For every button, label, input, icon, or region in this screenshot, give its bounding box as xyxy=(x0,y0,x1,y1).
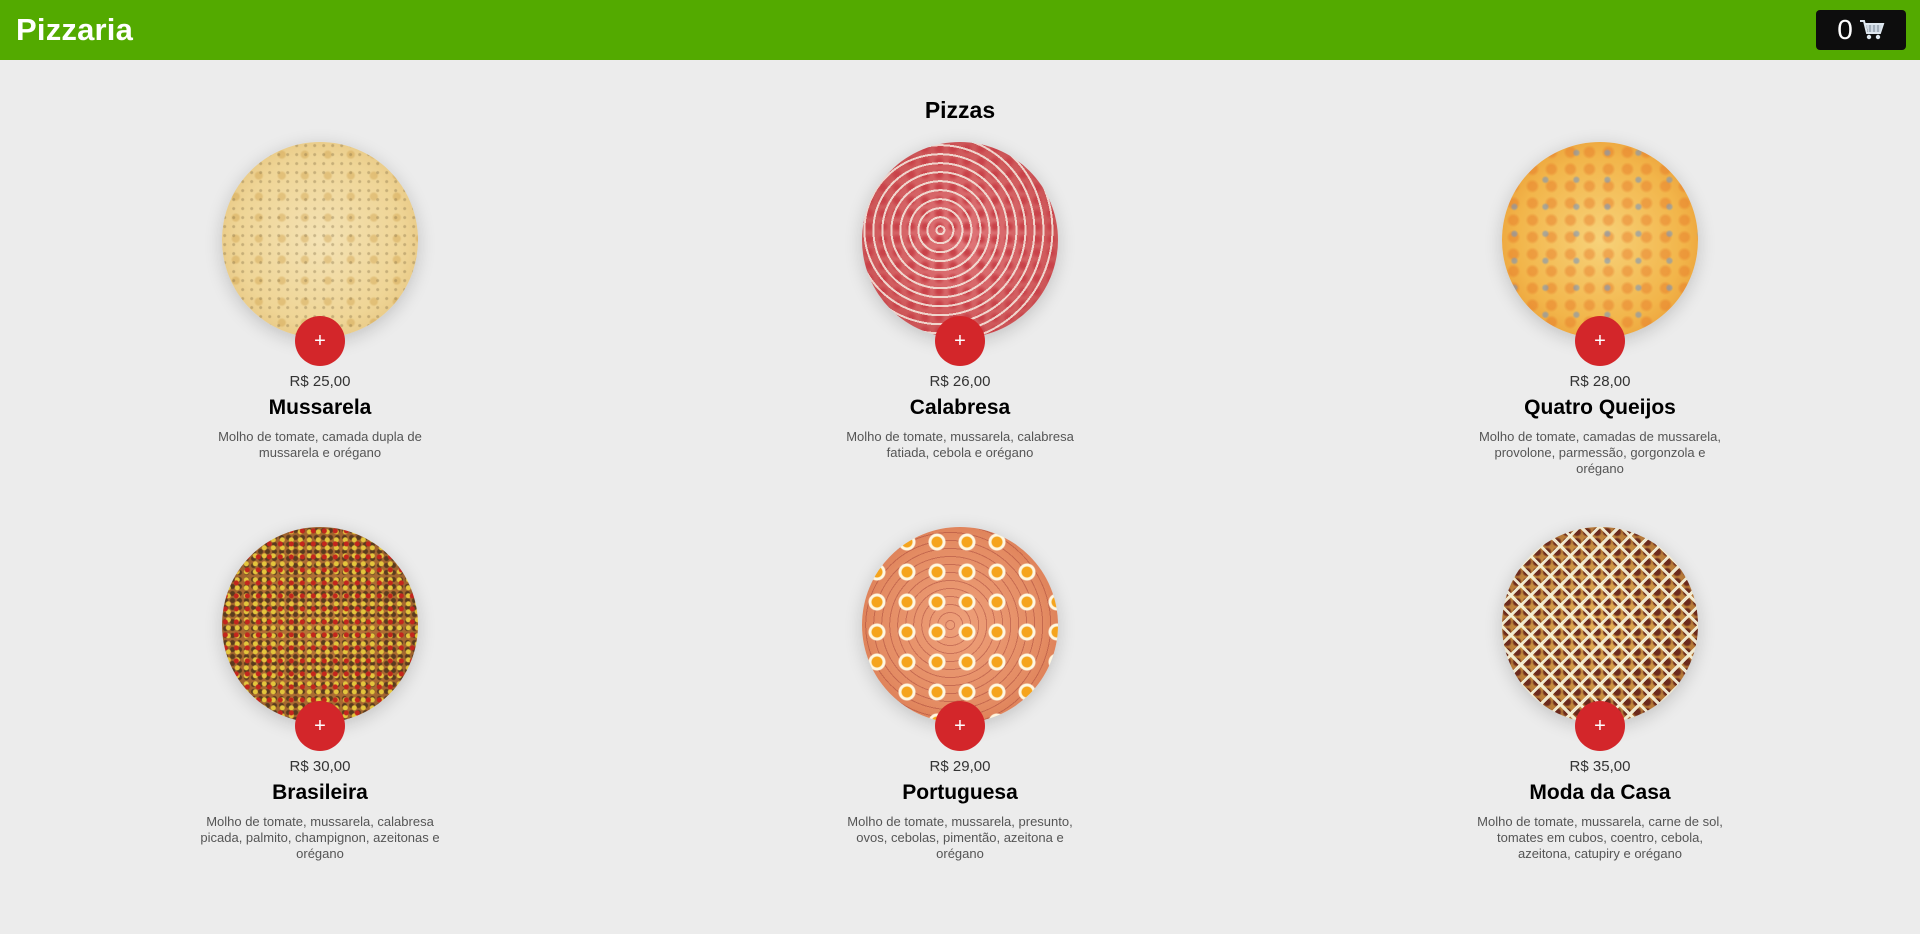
pizza-image[interactable] xyxy=(222,527,418,723)
pizza-description: Molho de tomate, mussarela, carne de sol… xyxy=(1477,814,1723,861)
pizza-price: R$ 28,00 xyxy=(1569,373,1631,390)
pizza-description: Molho de tomate, mussarela, presunto, ov… xyxy=(847,814,1073,861)
add-to-cart-button[interactable]: + xyxy=(1575,316,1625,366)
pizza-name: Portuguesa xyxy=(902,781,1018,804)
pizza-image[interactable] xyxy=(862,527,1058,723)
cart-icon xyxy=(1859,19,1885,41)
pizza-card: + R$ 25,00 Mussarela Molho de tomate, ca… xyxy=(0,140,640,525)
pizza-name: Moda da Casa xyxy=(1529,781,1671,804)
brand-title: Pizzaria xyxy=(16,12,134,47)
pizza-image-wrap: + xyxy=(220,525,420,751)
pizza-card: + R$ 35,00 Moda da Casa Molho de tomate,… xyxy=(1280,525,1920,910)
section-title: Pizzas xyxy=(924,97,996,123)
cart-count: 0 xyxy=(1837,14,1853,45)
add-to-cart-button[interactable]: + xyxy=(1575,701,1625,751)
pizza-name: Quatro Queijos xyxy=(1524,396,1676,419)
pizza-image-wrap: + xyxy=(220,140,420,366)
pizza-image-wrap: + xyxy=(1500,140,1700,366)
pizza-image[interactable] xyxy=(1502,527,1698,723)
top-bar: Pizzaria 0 xyxy=(0,0,1920,60)
pizza-description: Molho de tomate, camadas de mussarela, p… xyxy=(1478,429,1722,476)
pizza-name: Calabresa xyxy=(909,396,1011,419)
cart-button[interactable]: 0 xyxy=(1816,10,1906,50)
pizza-card: + R$ 26,00 Calabresa Molho de tomate, mu… xyxy=(640,140,1280,525)
pizza-image[interactable] xyxy=(222,142,418,338)
pizza-card: + R$ 28,00 Quatro Queijos Molho de tomat… xyxy=(1280,140,1920,525)
pizza-name: Mussarela xyxy=(268,396,372,419)
pizza-grid: + R$ 25,00 Mussarela Molho de tomate, ca… xyxy=(0,140,1920,910)
pizza-price: R$ 25,00 xyxy=(289,373,351,390)
pizza-image-wrap: + xyxy=(1500,525,1700,751)
pizza-price: R$ 35,00 xyxy=(1569,758,1631,775)
pizza-price: R$ 30,00 xyxy=(289,758,351,775)
pizza-card: + R$ 30,00 Brasileira Molho de tomate, m… xyxy=(0,525,640,910)
pizza-name: Brasileira xyxy=(272,781,368,804)
pizza-image[interactable] xyxy=(862,142,1058,338)
pizza-price: R$ 26,00 xyxy=(929,373,991,390)
pizza-image[interactable] xyxy=(1502,142,1698,338)
add-to-cart-button[interactable]: + xyxy=(295,316,345,366)
pizza-price: R$ 29,00 xyxy=(929,758,991,775)
pizza-description: Molho de tomate, mussarela, calabresa fa… xyxy=(846,429,1074,460)
add-to-cart-button[interactable]: + xyxy=(295,701,345,751)
pizza-image-wrap: + xyxy=(860,140,1060,366)
pizza-description: Molho de tomate, camada dupla de mussare… xyxy=(218,429,422,460)
add-to-cart-button[interactable]: + xyxy=(935,316,985,366)
pizza-card: + R$ 29,00 Portuguesa Molho de tomate, m… xyxy=(640,525,1280,910)
pizza-image-wrap: + xyxy=(860,525,1060,751)
add-to-cart-button[interactable]: + xyxy=(935,701,985,751)
pizza-description: Molho de tomate, mussarela, calabresa pi… xyxy=(200,814,440,861)
